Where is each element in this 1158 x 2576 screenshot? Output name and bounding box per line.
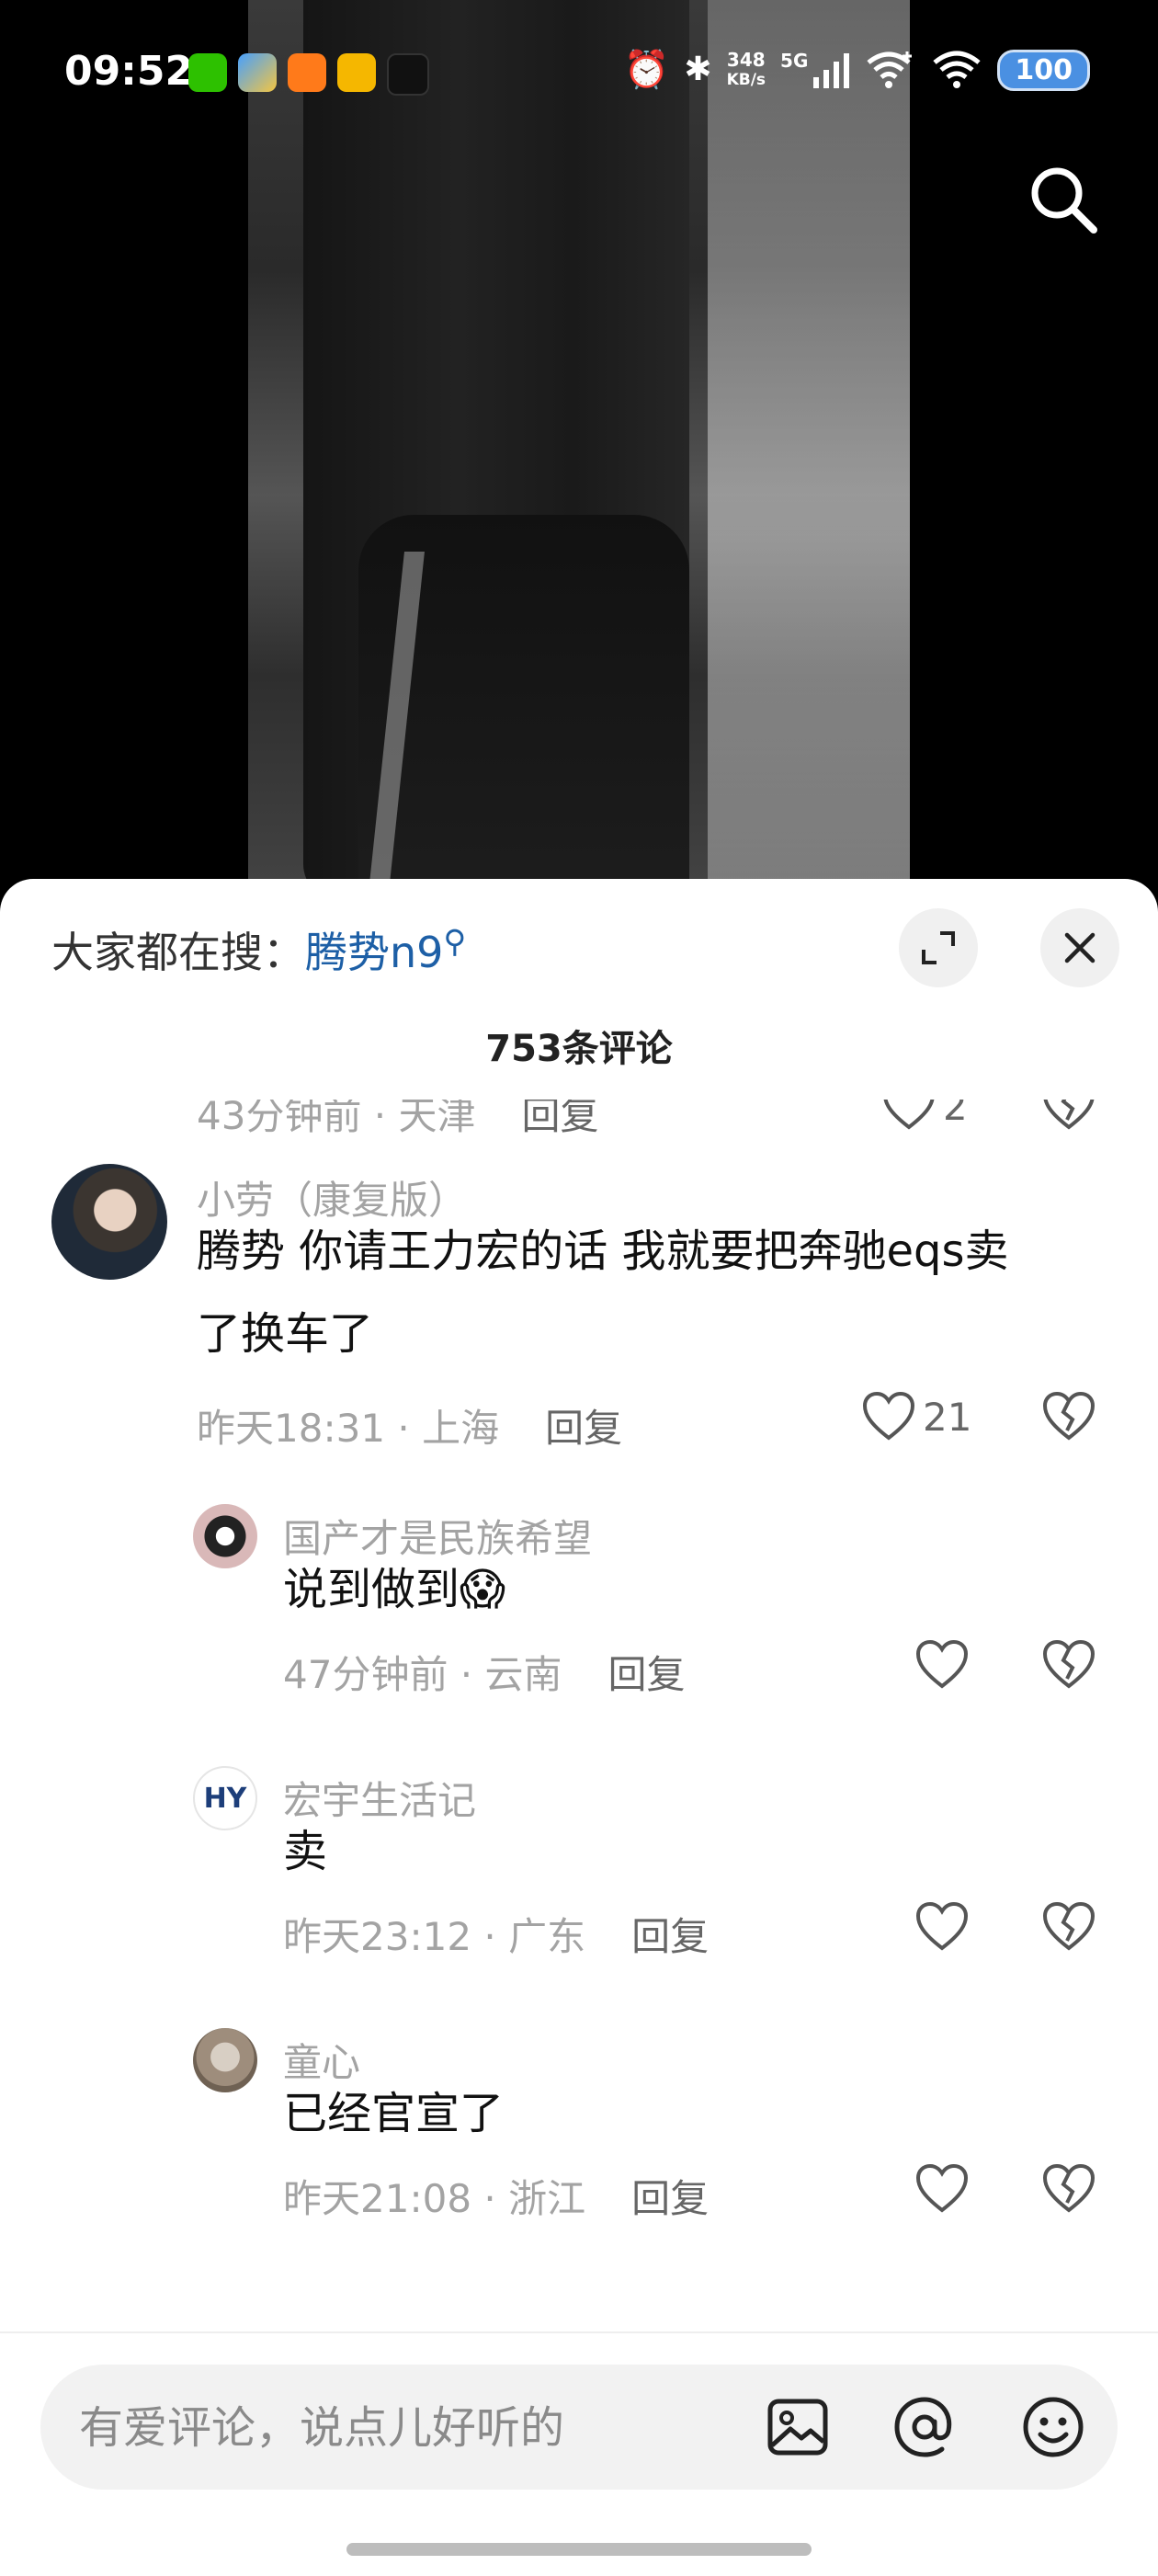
expand-icon bbox=[922, 931, 955, 964]
reply-button[interactable]: 回复 bbox=[522, 1100, 599, 1138]
heart-icon bbox=[862, 1392, 915, 1441]
network-speed: 348 KB/s bbox=[726, 49, 766, 89]
image-button[interactable] bbox=[765, 2394, 831, 2460]
tiktok-icon bbox=[387, 53, 429, 96]
reply-text: 说到做到😱 bbox=[283, 1564, 506, 1615]
like-button[interactable] bbox=[915, 2164, 976, 2214]
wifi-icon bbox=[933, 51, 981, 88]
reply-item: HY 宏宇生活记 卖 昨天23:12 · 广东 回复 bbox=[0, 1766, 1158, 1996]
taobao-flash-icon bbox=[288, 53, 326, 92]
reply-button[interactable]: 回复 bbox=[631, 2176, 709, 2221]
comment-list[interactable]: 43分钟前 · 天津 回复 2 小劳（康复版） 腾势 你请王力宏的话 我就要把奔驰… bbox=[0, 1100, 1158, 2295]
emoji-button[interactable] bbox=[1020, 2394, 1086, 2460]
broken-heart-icon bbox=[1042, 1901, 1096, 1951]
search-icon bbox=[1031, 167, 1097, 234]
notification-app-icons bbox=[188, 53, 429, 96]
like-button[interactable] bbox=[915, 1902, 976, 1952]
comment-item: 小劳（康复版） 腾势 你请王力宏的话 我就要把奔驰eqs卖 了换车了 昨天18:… bbox=[0, 1164, 1158, 1451]
shocked-emoji: 😱 bbox=[460, 1564, 506, 1615]
reply-meta: 昨天21:08 · 浙江 回复 bbox=[283, 2176, 710, 2221]
reply-button[interactable]: 回复 bbox=[631, 1914, 709, 1959]
comment-panel: 大家都在搜：腾势n9⚲ 753条评论 43分钟前 · 天津 回复 2 小劳（康复… bbox=[0, 879, 1158, 2574]
reply-text: 已经官宣了 bbox=[283, 2088, 505, 2139]
dislike-button[interactable] bbox=[1042, 1639, 1096, 1693]
small-search-icon: ⚲ bbox=[443, 923, 467, 961]
reply-button[interactable]: 回复 bbox=[608, 1652, 686, 1697]
reply-button[interactable]: 回复 bbox=[545, 1406, 622, 1451]
search-button[interactable] bbox=[1026, 162, 1103, 239]
comment-count: 753条评论 bbox=[485, 1028, 673, 1070]
weibo-icon bbox=[337, 53, 376, 92]
close-button[interactable] bbox=[1040, 908, 1119, 987]
like-button[interactable] bbox=[915, 1640, 976, 1690]
broken-heart-icon bbox=[1042, 1639, 1096, 1689]
avatar[interactable] bbox=[193, 2028, 257, 2092]
avatar[interactable]: HY bbox=[193, 1766, 257, 1830]
expand-button[interactable] bbox=[899, 908, 978, 987]
reply-meta: 47分钟前 · 云南 回复 bbox=[283, 1652, 686, 1697]
comment-input-box[interactable] bbox=[40, 2365, 1118, 2491]
dislike-button[interactable] bbox=[1042, 1391, 1096, 1445]
broken-heart-icon bbox=[1042, 2163, 1096, 2213]
comment-text: 腾势 你请王力宏的话 我就要把奔驰eqs卖 了换车了 bbox=[197, 1225, 1009, 1360]
dislike-button[interactable] bbox=[1042, 1100, 1096, 1134]
wifi-plus-icon bbox=[867, 51, 913, 88]
like-button[interactable]: 21 bbox=[862, 1392, 971, 1442]
smiley-icon bbox=[1023, 2397, 1084, 2457]
signal-5g: 5G bbox=[780, 51, 850, 88]
heart-icon bbox=[915, 2164, 969, 2213]
reply-meta: 昨天23:12 · 广东 回复 bbox=[283, 1914, 710, 1959]
like-count: 2 bbox=[943, 1100, 968, 1129]
dislike-button[interactable] bbox=[1042, 2163, 1096, 2217]
battery-indicator: 100 bbox=[997, 49, 1090, 91]
status-indicators: ⏰ ✱ 348 KB/s 5G 100 bbox=[624, 48, 1090, 92]
wechat-icon bbox=[188, 53, 227, 92]
image-icon bbox=[767, 2399, 828, 2456]
at-icon bbox=[894, 2397, 952, 2457]
home-indicator[interactable] bbox=[346, 2543, 812, 2556]
broken-heart-icon bbox=[1043, 1100, 1095, 1130]
avatar[interactable] bbox=[193, 1504, 257, 1568]
avatar[interactable] bbox=[51, 1164, 167, 1280]
comment-item: 43分钟前 · 天津 回复 2 bbox=[0, 1100, 1158, 1138]
heart-icon bbox=[915, 1640, 969, 1689]
trending-search-link[interactable]: 腾势n9 bbox=[305, 928, 443, 977]
heart-icon bbox=[883, 1100, 935, 1130]
comment-input[interactable] bbox=[77, 2365, 743, 2491]
comment-panel-header: 大家都在搜：腾势n9⚲ 753条评论 bbox=[0, 879, 1158, 1070]
like-button[interactable]: 2 bbox=[882, 1100, 968, 1131]
reply-text: 卖 bbox=[283, 1826, 328, 1877]
comment-meta: 昨天18:31 · 上海 回复 bbox=[197, 1406, 623, 1451]
dislike-button[interactable] bbox=[1042, 1901, 1096, 1955]
comment-input-bar bbox=[0, 2331, 1158, 2576]
close-icon bbox=[1064, 932, 1096, 963]
reply-item: 童心 已经官宣了 昨天21:08 · 浙江 回复 bbox=[0, 2028, 1158, 2258]
reply-item: 国产才是民族希望 说到做到😱 47分钟前 · 云南 回复 bbox=[0, 1504, 1158, 1734]
heart-icon bbox=[915, 1902, 969, 1951]
app-blue-icon bbox=[238, 53, 277, 92]
trending-search[interactable]: 大家都在搜：腾势n9⚲ bbox=[51, 919, 466, 980]
bluetooth-icon: ✱ bbox=[684, 51, 712, 88]
status-time: 09:52 bbox=[64, 48, 194, 95]
broken-heart-icon bbox=[1042, 1391, 1096, 1441]
like-count: 21 bbox=[923, 1394, 972, 1440]
status-bar: 09:52 ⏰ ✱ 348 KB/s 5G 100 bbox=[0, 0, 1158, 147]
alarm-icon: ⏰ bbox=[623, 49, 670, 91]
comment-meta: 43分钟前 · 天津 回复 bbox=[197, 1100, 599, 1141]
cell-signal-icon bbox=[813, 53, 850, 88]
mention-button[interactable] bbox=[891, 2394, 958, 2460]
